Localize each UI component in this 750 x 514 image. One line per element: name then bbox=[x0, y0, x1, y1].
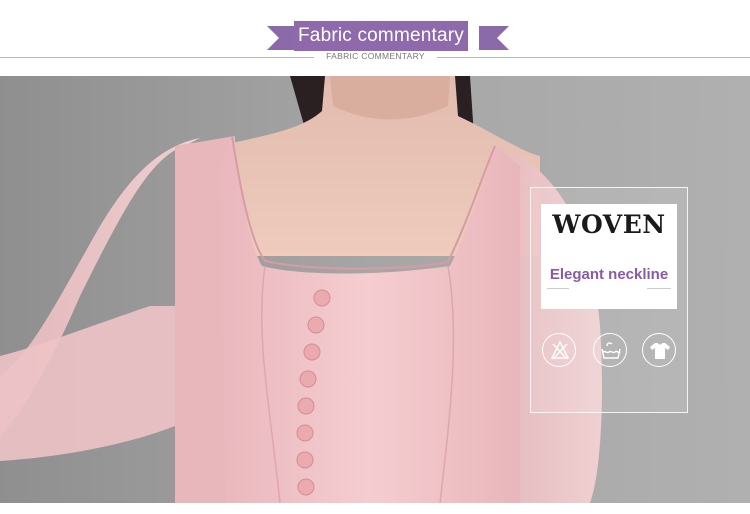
no-bleach-icon bbox=[542, 333, 576, 367]
card-rule-left bbox=[547, 288, 569, 289]
fabric-card: WOVEN Elegant neckline bbox=[541, 204, 677, 309]
ribbon-tail-left bbox=[267, 26, 297, 50]
ribbon-tail-right bbox=[479, 26, 509, 50]
section-subtitle: FABRIC COMMENTARY bbox=[326, 51, 425, 61]
t-shirt-icon bbox=[642, 333, 676, 367]
fabric-type-title: WOVEN bbox=[552, 210, 666, 239]
section-header: Fabric commentary FABRIC COMMENTARY bbox=[0, 0, 750, 76]
divider-right bbox=[437, 57, 750, 58]
section-title: Fabric commentary bbox=[294, 21, 468, 51]
card-rule-right bbox=[647, 288, 671, 289]
feature-label: Elegant neckline bbox=[549, 266, 669, 283]
bottom-margin bbox=[0, 503, 750, 514]
divider-left bbox=[0, 57, 314, 58]
hand-wash-icon bbox=[593, 333, 627, 367]
